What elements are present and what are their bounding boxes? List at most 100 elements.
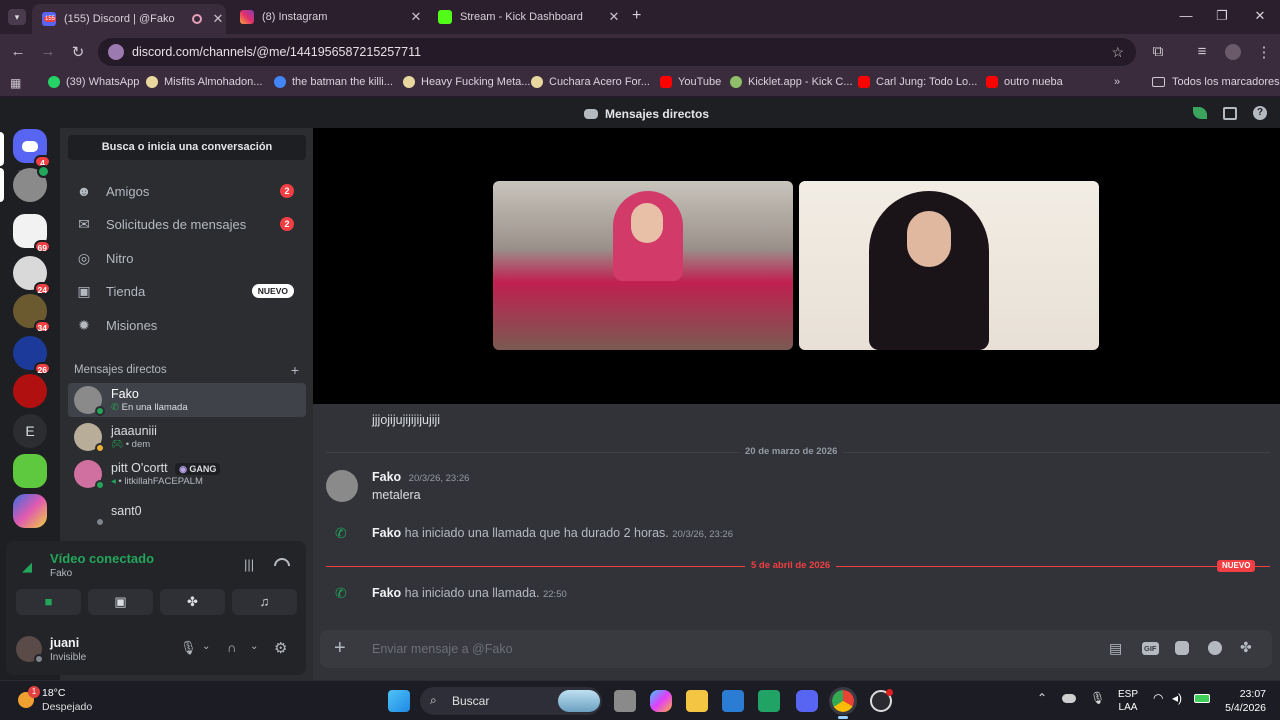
dm-item-jaaauniii[interactable]: jaaauniii 🎮︎ • dem — [68, 420, 306, 454]
server-icon[interactable]: 24 — [13, 256, 51, 295]
dm-item-fako[interactable]: Fako ✆ En una llamada — [68, 383, 306, 417]
profile-avatar[interactable] — [1225, 44, 1241, 60]
video-tile-fako[interactable] — [493, 181, 793, 350]
dm-item-sant0[interactable]: sant0 — [68, 494, 306, 528]
excel-icon[interactable] — [758, 690, 780, 712]
minimize-icon[interactable]: — — [1176, 8, 1196, 23]
dm-fako-avatar[interactable] — [13, 165, 50, 202]
noise-suppression-icon[interactable]: ||| — [244, 557, 254, 572]
all-bookmarks[interactable]: Todos los marcadores — [1152, 76, 1280, 88]
taskbar-search[interactable]: ⌕ Buscar — [420, 687, 602, 715]
home-button[interactable]: 4 — [13, 129, 51, 168]
help-icon[interactable]: ? — [1253, 106, 1267, 120]
forward-icon[interactable]: → — [38, 43, 58, 60]
bookmark-cuchara[interactable]: Cuchara Acero For... — [531, 76, 650, 88]
bookmark-youtube[interactable]: YouTube — [660, 76, 721, 88]
apps-icon[interactable]: ▦ — [10, 76, 21, 90]
attach-plus-icon[interactable]: + — [334, 637, 346, 660]
bookmark-kicklet[interactable]: Kicklet.app - Kick C... — [730, 76, 853, 88]
settings-gear-icon[interactable]: ⚙ — [274, 639, 287, 657]
mic-tray-icon[interactable]: 🎙︎ — [1090, 691, 1105, 705]
nav-quests[interactable]: ✹ Misiones — [68, 310, 306, 340]
chrome-icon[interactable] — [829, 687, 857, 715]
mic-options-chevron-icon[interactable]: ⌄ — [202, 641, 210, 652]
video-tile-guest[interactable] — [799, 181, 1099, 350]
address-bar[interactable]: discord.com/channels/@me/144195658721525… — [98, 38, 1136, 66]
new-tab-icon[interactable]: + — [632, 7, 641, 25]
wifi-icon[interactable]: ◠ — [1153, 691, 1163, 705]
copilot-icon[interactable] — [650, 690, 672, 712]
message-input[interactable]: Enviar mensaje a @Fako — [372, 642, 513, 656]
server-icon[interactable]: 26 — [13, 336, 51, 375]
bookmark-whatsapp[interactable]: (39) WhatsApp — [48, 76, 139, 88]
more-bookmarks-icon[interactable]: » — [1114, 76, 1120, 88]
menu-icon[interactable]: ⋮ — [1254, 43, 1274, 61]
nav-shop[interactable]: ▣ Tienda NUEVO — [68, 276, 306, 306]
call-author[interactable]: Fako — [372, 526, 401, 540]
file-explorer-icon[interactable] — [686, 690, 708, 712]
bookmark-batman[interactable]: the batman the killi... — [274, 76, 393, 88]
language-indicator[interactable]: ESP LAA — [1118, 688, 1138, 714]
back-icon[interactable]: ← — [8, 43, 28, 60]
search-conversation-button[interactable]: Busca o inicia una conversación — [68, 135, 306, 160]
dm-item-pitt[interactable]: pitt O'cortt ◉ GANG ◂ • litkillahFACEPAL… — [68, 457, 306, 491]
call-author[interactable]: Fako — [372, 586, 401, 600]
tab-discord[interactable]: 155 (155) Discord | @Fako ✕ — [32, 4, 226, 34]
windows-start-icon[interactable] — [388, 690, 410, 712]
extensions-icon[interactable]: ⧉ — [1148, 43, 1168, 60]
headphones-icon[interactable]: ∩ — [227, 640, 236, 655]
inbox-icon[interactable] — [1223, 107, 1237, 120]
close-window-icon[interactable]: ✕ — [1250, 8, 1270, 24]
message-avatar[interactable] — [326, 470, 358, 502]
volume-icon[interactable]: ◂) — [1172, 691, 1182, 705]
reload-icon[interactable]: ↻ — [68, 43, 88, 61]
weather-widget[interactable]: 1 18°C Despejado — [14, 686, 134, 716]
disconnect-icon[interactable] — [274, 558, 290, 566]
microphone-icon[interactable]: 🎙︎ — [180, 640, 197, 656]
server-icon[interactable] — [13, 454, 47, 488]
battery-icon[interactable] — [1194, 694, 1210, 703]
close-tab-icon[interactable]: ✕ — [408, 9, 424, 25]
emoji-icon[interactable] — [1208, 641, 1222, 655]
camera-button[interactable]: ■ — [16, 589, 81, 615]
word-icon[interactable] — [722, 690, 744, 712]
activities-button[interactable]: ✤ — [160, 589, 225, 615]
screen-share-button[interactable]: ▣ — [88, 589, 153, 615]
onedrive-icon[interactable] — [1062, 694, 1076, 703]
bookmark-outro[interactable]: outro nueba — [986, 76, 1063, 88]
apps-icon[interactable]: ✤ — [1240, 639, 1252, 656]
nav-nitro[interactable]: ◎ Nitro — [68, 243, 306, 273]
add-dm-icon[interactable]: + — [291, 362, 299, 378]
close-tab-icon[interactable]: ✕ — [606, 9, 622, 25]
task-view-icon[interactable] — [614, 690, 636, 712]
site-info-icon[interactable] — [108, 44, 124, 60]
tab-search-button[interactable]: ▾ — [8, 9, 26, 25]
bookmark-carl-jung[interactable]: Carl Jung: Todo Lo... — [858, 76, 977, 88]
tray-chevron-icon[interactable]: ⌃ — [1037, 691, 1047, 705]
server-icon[interactable] — [13, 374, 47, 408]
gift-icon[interactable]: ▤ — [1109, 640, 1122, 657]
sticker-icon[interactable] — [1175, 641, 1189, 655]
close-tab-icon[interactable]: ✕ — [210, 11, 226, 27]
soundboard-button[interactable]: ♫ — [232, 589, 297, 615]
media-icon[interactable]: ≡ — [1192, 43, 1212, 60]
bookmark-misfits[interactable]: Misfits Almohadon... — [146, 76, 262, 88]
tab-kick[interactable]: Stream - Kick Dashboard ✕ — [428, 4, 622, 30]
server-letter-icon[interactable]: E — [13, 414, 47, 448]
server-icon[interactable]: 69 — [13, 214, 51, 253]
voice-channel[interactable]: Fako — [50, 568, 72, 579]
discord-icon[interactable] — [796, 690, 818, 712]
leaf-icon[interactable] — [1193, 107, 1207, 119]
bookmark-heavy-metal[interactable]: Heavy Fucking Meta... — [403, 76, 530, 88]
nav-message-requests[interactable]: ✉ Solicitudes de mensajes 2 — [68, 209, 306, 239]
clock[interactable]: 23:07 5/4/2026 — [1222, 687, 1266, 715]
bookmark-star-icon[interactable]: ☆ — [1111, 44, 1124, 61]
nav-friends[interactable]: ☻ Amigos 2 — [68, 176, 306, 206]
gif-icon[interactable]: GIF — [1142, 642, 1159, 655]
restore-icon[interactable]: ❐ — [1212, 8, 1232, 24]
username[interactable]: juani — [50, 636, 79, 650]
voice-status[interactable]: Vídeo conectado — [50, 551, 154, 566]
audio-options-chevron-icon[interactable]: ⌄ — [250, 641, 258, 652]
message-author[interactable]: Fako — [372, 470, 401, 484]
server-icon[interactable] — [13, 494, 47, 528]
